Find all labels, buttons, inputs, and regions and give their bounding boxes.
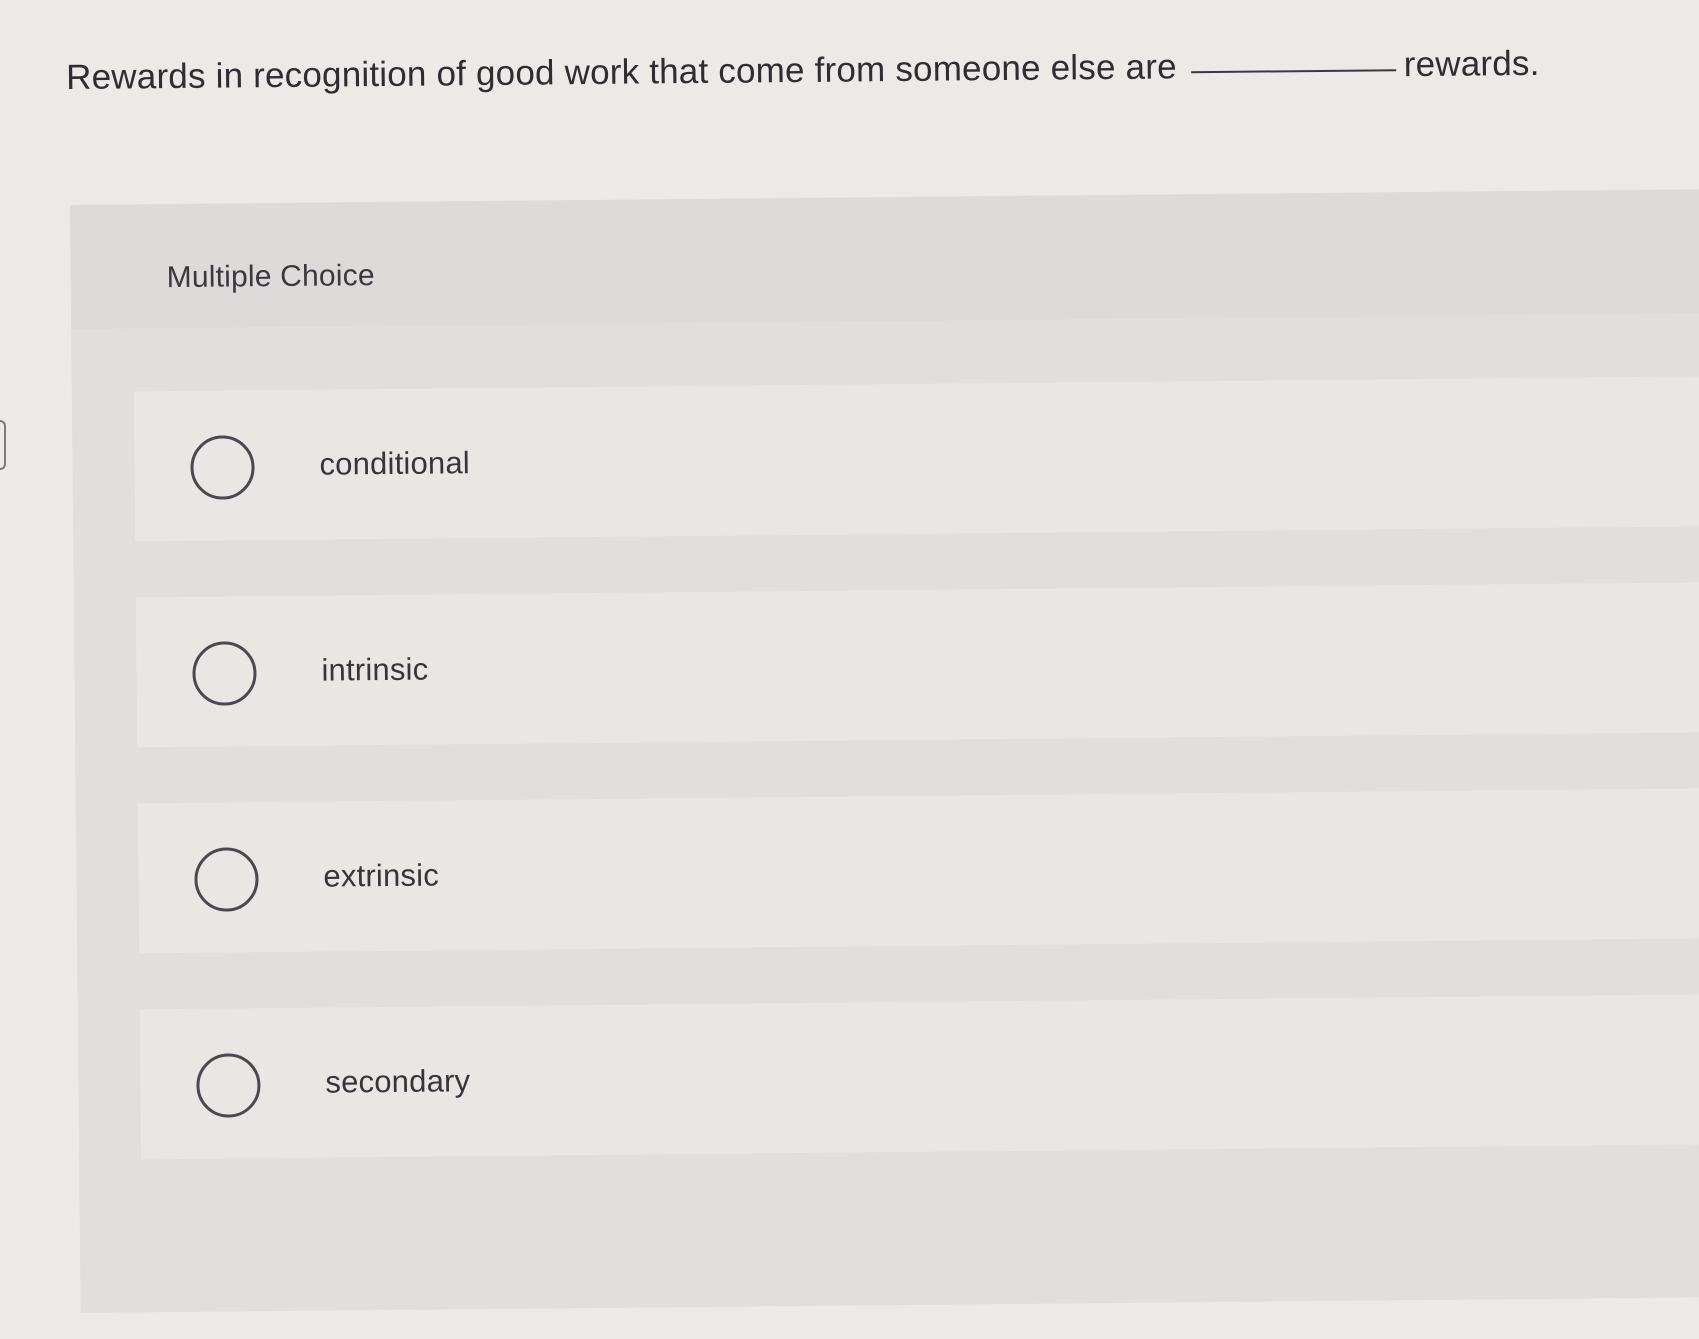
answer-option-secondary[interactable]: secondary bbox=[139, 994, 1699, 1160]
radio-button-icon[interactable] bbox=[190, 435, 255, 500]
multiple-choice-panel: Multiple Choice conditional intrinsic ex… bbox=[70, 189, 1699, 1313]
question-text: Rewards in recognition of good work that… bbox=[66, 43, 1586, 98]
answer-option-label: extrinsic bbox=[323, 857, 440, 894]
answer-option-label: secondary bbox=[325, 1063, 471, 1100]
answer-option-label: conditional bbox=[319, 445, 471, 482]
radio-button-icon[interactable] bbox=[194, 847, 259, 912]
answer-option-extrinsic[interactable]: extrinsic bbox=[137, 788, 1699, 954]
answer-blank bbox=[1190, 68, 1396, 73]
answer-option-conditional[interactable]: conditional bbox=[133, 376, 1699, 542]
question-text-after: rewards. bbox=[1403, 43, 1540, 85]
answer-options: conditional intrinsic extrinsic secondar… bbox=[133, 376, 1699, 1215]
radio-button-icon[interactable] bbox=[192, 641, 257, 706]
radio-button-icon[interactable] bbox=[196, 1053, 261, 1118]
answer-option-label: intrinsic bbox=[321, 651, 429, 688]
multiple-choice-title: Multiple Choice bbox=[166, 259, 375, 295]
window-edge-handle bbox=[0, 420, 6, 470]
question-text-before: Rewards in recognition of good work that… bbox=[66, 47, 1177, 97]
answer-option-intrinsic[interactable]: intrinsic bbox=[135, 582, 1699, 748]
multiple-choice-header: Multiple Choice bbox=[70, 189, 1699, 329]
